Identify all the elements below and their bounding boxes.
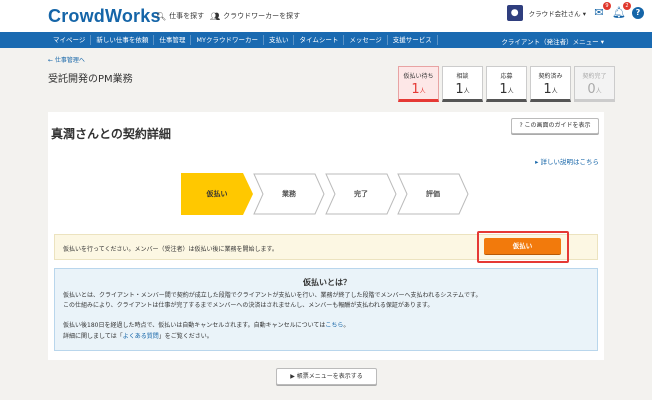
show-documents-menu-button[interactable]: ▶ 帳票メニューを表示する [276, 368, 377, 385]
site-header: CrowdWorks 🔍︎ 仕事を探す 👥︎ クラウドワーカーを探す ● クラウ… [0, 0, 652, 32]
nav-new-job[interactable]: 新しい仕事を依頼 [91, 35, 155, 45]
status-consultation[interactable]: 相談 1人 [442, 66, 483, 102]
status-count: 1人 [499, 82, 514, 97]
status-label: 応募 [500, 73, 513, 80]
info-line: 詳細に関しましては「よくある質問」をご覧ください。 [63, 333, 213, 340]
auto-cancel-link[interactable]: こちら [325, 322, 343, 329]
find-jobs-link[interactable]: 🔍︎ 仕事を探す [156, 11, 204, 21]
nav-my-workers[interactable]: MYクラウドワーカー [191, 35, 264, 45]
status-count: 1人 [411, 82, 426, 97]
mail-icon[interactable]: ✉ 9 [592, 2, 611, 20]
status-pending-payment[interactable]: 仮払い待ち 1人 [398, 66, 439, 102]
find-workers-label: クラウドワーカーを探す [223, 12, 301, 20]
step-review: 評価 [397, 173, 469, 215]
status-contracted[interactable]: 契約済み 1人 [530, 66, 571, 102]
client-menu[interactable]: クライアント（発注者）メニュー ▾ [501, 36, 604, 46]
step-escrow: 仮払い [181, 173, 253, 215]
nav-mypage[interactable]: マイページ [48, 35, 92, 45]
contract-detail-card: 真潤さんとの契約詳細 ? この画面のガイドを表示 ▸ 詳しい説明はこちら 仮払い… [48, 112, 604, 360]
help-icon[interactable]: ? [632, 7, 644, 19]
step-complete: 完了 [325, 173, 397, 215]
info-line: この仕組みにより、クライアントは仕事が完了するまでメンバーへの決済はされませんし… [63, 302, 434, 309]
screen-guide-button[interactable]: ? この画面のガイドを表示 [511, 118, 599, 134]
status-count: 0人 [587, 82, 602, 97]
project-title: 受託開発のPM業務 [48, 74, 133, 85]
search-icon: 🔍︎ [156, 11, 167, 21]
nav-payments[interactable]: 支払い [264, 35, 295, 45]
back-to-job-management-link[interactable]: ← 仕事管理へ [48, 55, 85, 64]
status-label: 契約済み [538, 73, 563, 80]
nav-timesheet[interactable]: タイムシート [294, 35, 345, 45]
contract-title: 真潤さんとの契約詳細 [51, 127, 171, 141]
main-nav: マイページ 新しい仕事を依頼 仕事管理 MYクラウドワーカー 支払い タイムシー… [0, 32, 652, 48]
status-applications[interactable]: 応募 1人 [486, 66, 527, 102]
info-title: 仮払いとは？ [303, 278, 351, 287]
escrow-pay-button[interactable]: 仮払い [484, 238, 561, 255]
status-count: 1人 [543, 82, 558, 97]
client-avatar-icon[interactable]: ● [506, 5, 523, 21]
progress-steps: 仮払い 業務 完了 評価 [181, 173, 469, 215]
info-line: 仮払い後180日を経過した時点で、仮払いは自動キャンセルされます。自動キャンセル… [63, 322, 350, 329]
nav-support-services[interactable]: 支援サービス [388, 35, 438, 45]
bell-icon[interactable]: 🔔︎ 2 [612, 2, 631, 20]
crowdworks-logo[interactable]: CrowdWorks [48, 6, 161, 27]
status-label: 仮払い待ち [403, 73, 434, 80]
client-account-menu[interactable]: クラウド会社さん ▾ [529, 8, 586, 18]
step-work: 業務 [253, 173, 325, 215]
escrow-notice-text: 仮払いを行ってください。メンバー（受注者）は仮払い後に業務を開始します。 [63, 246, 278, 253]
info-line: 仮払いとは、クライアント・メンバー間で契約が成立した段階でクライアントが支払いを… [63, 292, 482, 299]
status-count: 1人 [455, 82, 470, 97]
status-label: 契約完了 [582, 73, 607, 80]
nav-job-management[interactable]: 仕事管理 [154, 35, 192, 45]
detailed-explanation-link[interactable]: ▸ 詳しい説明はこちら [535, 156, 599, 166]
status-label: 相談 [456, 73, 469, 80]
find-workers-link[interactable]: 👥︎ クラウドワーカーを探す [210, 11, 300, 21]
header-right: ● クラウド会社さん ▾ ✉ 9 🔔︎ 2 ? [506, 2, 644, 21]
faq-link[interactable]: よくある質問 [123, 333, 159, 340]
messages-badge: 9 [603, 2, 611, 10]
nav-messages[interactable]: メッセージ [344, 35, 388, 45]
people-icon: 👥︎ [210, 11, 221, 21]
status-completed: 契約完了 0人 [574, 66, 615, 102]
escrow-info-box: 仮払いとは？ 仮払いとは、クライアント・メンバー間で契約が成立した段階でクライア… [54, 268, 598, 351]
notifications-badge: 2 [623, 2, 631, 10]
find-jobs-label: 仕事を探す [169, 12, 205, 20]
status-tabs: 仮払い待ち 1人 相談 1人 応募 1人 契約済み 1人 契約完了 0人 [398, 66, 615, 102]
